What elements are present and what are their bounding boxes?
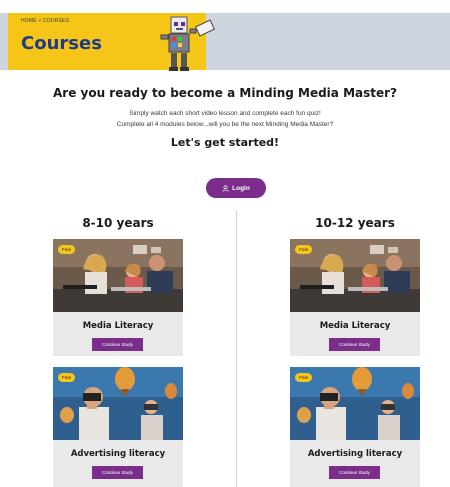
intro-headline: Are you ready to become a Minding Media … — [53, 86, 397, 100]
free-badge: Free — [58, 373, 76, 382]
course-title: Media Literacy — [82, 321, 154, 331]
course-title: Advertising literacy — [307, 449, 403, 459]
intro-line-2: Complete all 4 modules below...will you … — [116, 121, 334, 128]
course-card[interactable]: Free Media Literacy Continue Study — [53, 239, 183, 356]
column-title: 10-12 years — [315, 216, 395, 230]
free-badge: Free — [295, 373, 313, 382]
continue-study-button[interactable]: Continue Study — [92, 338, 143, 351]
course-title: Advertising literacy — [70, 449, 166, 459]
course-card[interactable]: Free Advertising literacy Continue Study — [53, 367, 183, 487]
column-title: 8-10 years — [82, 216, 154, 230]
intro-line-1: Simply watch each short video lesson and… — [129, 110, 321, 117]
free-badge: Free — [58, 245, 76, 254]
course-card[interactable]: Free Advertising literacy Continue Study — [290, 367, 420, 487]
intro-cta: Let's get started! — [170, 136, 280, 149]
continue-study-button[interactable]: Continue Study — [329, 338, 380, 351]
user-icon — [222, 184, 229, 192]
page-title: Courses — [21, 33, 102, 54]
course-title: Media Literacy — [319, 321, 391, 331]
course-card[interactable]: Free Media Literacy Continue Study — [290, 239, 420, 356]
continue-study-button[interactable]: Continue Study — [329, 466, 380, 479]
continue-study-button[interactable]: Continue Study — [92, 466, 143, 479]
column-divider — [236, 210, 237, 487]
login-button[interactable]: Login — [206, 178, 266, 198]
login-label: Login — [232, 184, 250, 192]
robot-mascot-image — [160, 16, 216, 71]
breadcrumb[interactable]: HOME » COURSES — [21, 18, 69, 24]
free-badge: Free — [295, 245, 313, 254]
